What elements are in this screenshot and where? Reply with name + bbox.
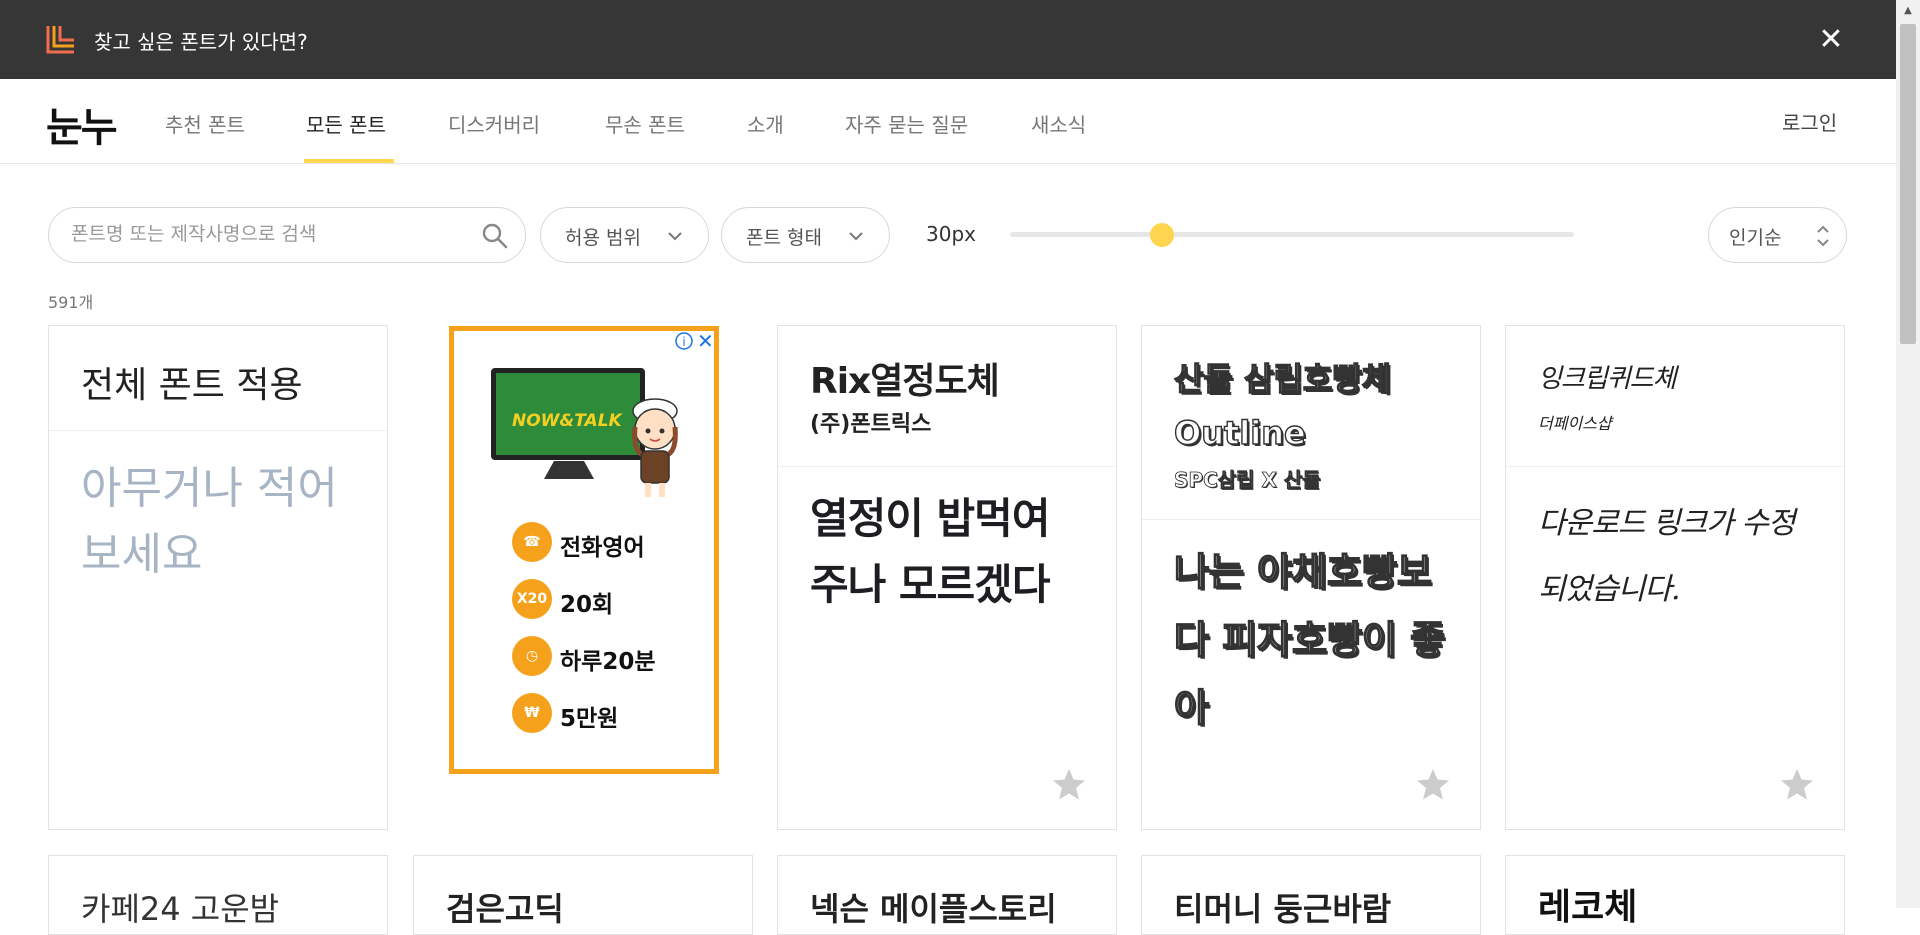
- sort-dropdown[interactable]: 인기순: [1708, 207, 1847, 263]
- ad-brand: NOW&TALK: [512, 411, 622, 431]
- phone-icon: ☎: [512, 522, 552, 562]
- nunu-logo-icon: [46, 26, 74, 54]
- result-count: 591개: [48, 293, 94, 312]
- active-tab-indicator: [304, 159, 394, 163]
- font-sample: 열정이 밥먹여 주나 모르겠다: [810, 494, 1050, 609]
- card-header: 전체 폰트 적용: [49, 326, 387, 431]
- top-banner: 찾고 싶은 폰트가 있다면? ✕: [0, 0, 1896, 79]
- font-title: 레코체: [1538, 887, 1638, 928]
- font-size-slider[interactable]: [1010, 232, 1574, 237]
- brand-logo[interactable]: 눈누: [46, 95, 118, 153]
- font-title: 카페24 고운밤: [81, 890, 280, 928]
- ad-row-text: 5만원: [560, 706, 619, 732]
- advertisement[interactable]: i ✕ NOW&TALK ☎ 전화영어 X20 20회 ◷ 하루20분 ₩ 5만…: [449, 326, 719, 774]
- sort-label: 인기순: [1729, 227, 1782, 249]
- nav-item-faq[interactable]: 자주 묻는 질문: [845, 109, 968, 138]
- search-box: [48, 207, 526, 263]
- clock-icon: ◷: [512, 636, 552, 676]
- star-icon[interactable]: [1052, 767, 1086, 801]
- search-input[interactable]: [69, 222, 473, 246]
- font-title: Rix열정도체: [810, 361, 1000, 402]
- font-card-samlip[interactable]: 산돌 삼립호빵체 Outline SPC삼립 X 산돌 나는 야채호빵보다 피자…: [1141, 325, 1481, 830]
- font-size-slider-handle[interactable]: [1150, 223, 1175, 247]
- scrollbar[interactable]: ▲: [1896, 0, 1920, 908]
- font-maker: (주)폰트릭스: [810, 412, 932, 437]
- ad-row-text: 20회: [560, 592, 614, 618]
- x20-icon: X20: [512, 579, 552, 619]
- ad-row-text: 전화영어: [560, 535, 645, 561]
- nav-item-handwriting[interactable]: 무손 폰트: [605, 109, 685, 138]
- font-sample: 다운로드 링크가 수정되었습니다.: [1538, 506, 1795, 607]
- main-nav: 눈누 추천 폰트 모든 폰트 디스커버리 무손 폰트 소개 자주 묻는 질문 새…: [0, 79, 1896, 164]
- svg-text:i: i: [682, 335, 685, 349]
- font-card-recochae[interactable]: 레코체: [1505, 855, 1845, 935]
- card-title: 전체 폰트 적용: [81, 365, 303, 406]
- nav-item-recommended[interactable]: 추천 폰트: [165, 109, 245, 138]
- font-title: 산돌 삼립호빵체 Outline: [1173, 359, 1392, 452]
- nav-item-all-fonts[interactable]: 모든 폰트: [306, 109, 386, 138]
- font-card-nexon-maplestory[interactable]: 넥슨 메이플스토리: [777, 855, 1117, 935]
- ad-info-icon[interactable]: i: [674, 331, 694, 351]
- chevron-down-icon: [849, 232, 863, 241]
- font-maker: 더페이스샵: [1538, 414, 1612, 433]
- ad-row-text: 하루20분: [560, 649, 656, 675]
- sort-arrows-icon: [1817, 225, 1829, 247]
- font-card-black-gothic[interactable]: 검은고딕: [413, 855, 753, 935]
- font-card-cafe24[interactable]: 카페24 고운밤: [48, 855, 388, 935]
- login-link[interactable]: 로그인: [1782, 107, 1837, 136]
- card-header: 잉크립퀴드체 더페이스샵: [1506, 326, 1844, 467]
- mascot-girl-icon: [632, 398, 678, 497]
- font-card-all[interactable]: 전체 폰트 적용 아무거나 적어 보세요: [48, 325, 388, 830]
- ad-close-icon[interactable]: ✕: [697, 329, 714, 353]
- nav-item-about[interactable]: 소개: [747, 109, 784, 138]
- font-card-inkliquid[interactable]: 잉크립퀴드체 더페이스샵 다운로드 링크가 수정되었습니다.: [1505, 325, 1845, 830]
- font-sample: 나는 야채호빵보다 피자호빵이 좋아: [1173, 549, 1446, 731]
- font-maker: SPC삼립 X 산돌: [1174, 468, 1321, 493]
- card-header: Rix열정도체 (주)폰트릭스: [778, 326, 1116, 467]
- font-card-rix[interactable]: Rix열정도체 (주)폰트릭스 열정이 밥먹여 주나 모르겠다: [777, 325, 1117, 830]
- banner-text: 찾고 싶은 폰트가 있다면?: [94, 30, 308, 54]
- card-header: 산돌 삼립호빵체 Outline SPC삼립 X 산돌: [1142, 326, 1480, 520]
- font-form-dropdown[interactable]: 폰트 형태: [721, 207, 890, 263]
- font-size-value: 30px: [926, 222, 976, 246]
- star-icon[interactable]: [1780, 767, 1814, 801]
- star-icon[interactable]: [1416, 767, 1450, 801]
- scroll-up-arrow-icon[interactable]: ▲: [1896, 0, 1920, 22]
- search-icon[interactable]: [481, 222, 509, 250]
- won-icon: ₩: [512, 693, 552, 733]
- font-form-label: 폰트 형태: [746, 227, 822, 249]
- font-title: 검은고딕: [446, 890, 564, 928]
- license-filter-dropdown[interactable]: 허용 범위: [540, 207, 709, 263]
- font-title: 잉크립퀴드체: [1538, 364, 1677, 394]
- chevron-down-icon: [668, 232, 682, 241]
- font-title: 티머니 둥근바람: [1174, 890, 1392, 928]
- tv-stand: [544, 461, 594, 479]
- nav-item-news[interactable]: 새소식: [1031, 109, 1086, 138]
- font-card-tmoney[interactable]: 티머니 둥근바람: [1141, 855, 1481, 935]
- font-title: 넥슨 메이플스토리: [810, 890, 1057, 928]
- sample-text-input[interactable]: 아무거나 적어 보세요: [81, 456, 359, 588]
- scroll-thumb[interactable]: [1900, 24, 1916, 344]
- nav-item-discovery[interactable]: 디스커버리: [448, 109, 540, 138]
- close-icon[interactable]: ✕: [1816, 25, 1846, 55]
- license-filter-label: 허용 범위: [565, 227, 641, 249]
